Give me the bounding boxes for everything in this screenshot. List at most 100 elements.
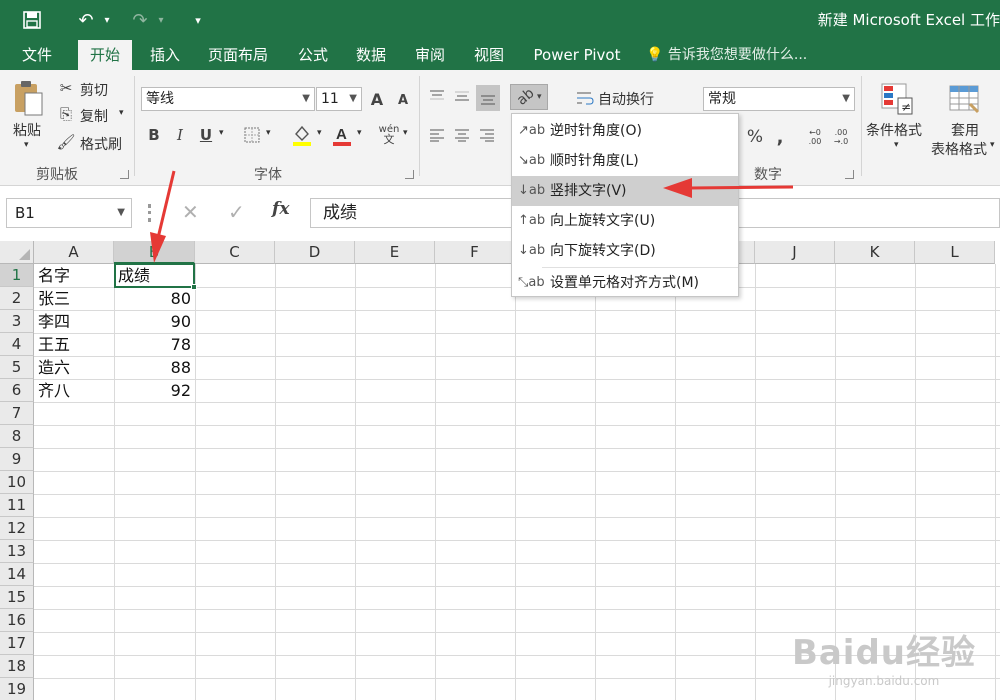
italic-icon[interactable]: I [170, 123, 190, 147]
row-header[interactable]: 17 [0, 632, 34, 655]
copy-dropdown-icon[interactable]: ▾ [119, 108, 124, 118]
cell-a4[interactable]: 王五 [34, 333, 114, 356]
orientation-icon[interactable]: ab ▾ [510, 84, 548, 110]
scissors-icon[interactable]: ✂ [56, 78, 76, 98]
redo-dropdown-icon[interactable]: ▾ [154, 8, 168, 32]
cell-a2[interactable]: 张三 [34, 287, 114, 310]
tab-insert[interactable]: 插入 [138, 40, 192, 70]
align-left-icon[interactable] [426, 124, 448, 146]
row-header[interactable]: 11 [0, 494, 34, 517]
row-header[interactable]: 14 [0, 563, 34, 586]
format-painter-icon[interactable]: 🖌 [56, 132, 76, 152]
worksheet-grid[interactable]: A B C D E F G H I J K L 1 2 3 4 5 6 7 8 … [0, 241, 1000, 700]
row-header[interactable]: 10 [0, 471, 34, 494]
menu-item-format-alignment[interactable]: ⤡ab 设置单元格对齐方式(M) [512, 268, 738, 298]
row-header[interactable]: 6 [0, 379, 34, 402]
tab-home[interactable]: 开始 [78, 40, 132, 70]
tab-file[interactable]: 文件 [10, 40, 64, 70]
column-header[interactable]: F [435, 241, 515, 264]
column-header[interactable]: K [835, 241, 915, 264]
cell-b3[interactable]: 90 [114, 310, 195, 333]
align-middle-icon[interactable] [451, 85, 473, 107]
cell-b4[interactable]: 78 [114, 333, 195, 356]
row-header[interactable]: 13 [0, 540, 34, 563]
format-painter-button[interactable]: 格式刷 [80, 134, 122, 154]
cell-b6[interactable]: 92 [114, 379, 195, 402]
align-right-icon[interactable] [476, 124, 498, 146]
decrease-decimal-icon[interactable]: .00 →.0 [830, 124, 852, 150]
cell-b5[interactable]: 88 [114, 356, 195, 379]
row-header[interactable]: 12 [0, 517, 34, 540]
customize-icon[interactable]: ▾ [190, 8, 206, 32]
paste-icon[interactable] [10, 78, 46, 118]
redo-icon[interactable]: ↷ [126, 8, 154, 32]
copy-button[interactable]: 复制 [80, 106, 108, 126]
cell-b2[interactable]: 80 [114, 287, 195, 310]
conditional-format-button[interactable]: 条件格式 [866, 120, 922, 140]
increase-decimal-icon[interactable]: ←0.00 [804, 124, 826, 150]
align-center-icon[interactable] [451, 124, 473, 146]
paste-dropdown-icon[interactable]: ▾ [24, 140, 29, 150]
row-header[interactable]: 9 [0, 448, 34, 471]
column-header[interactable]: A [34, 241, 114, 264]
menu-item-vertical-text[interactable]: ↓ab 竖排文字(V) [512, 176, 738, 206]
column-header[interactable]: L [915, 241, 995, 264]
undo-icon[interactable]: ↶ [72, 8, 100, 32]
format-as-table-dropdown-icon[interactable]: ▾ [990, 140, 995, 150]
row-header[interactable]: 5 [0, 356, 34, 379]
row-header[interactable]: 3 [0, 310, 34, 333]
copy-icon[interactable]: ⎘ [56, 104, 76, 124]
tab-review[interactable]: 审阅 [403, 40, 457, 70]
grow-font-icon[interactable]: A [366, 87, 388, 111]
fill-color-icon[interactable] [290, 122, 314, 148]
column-header[interactable]: B [114, 241, 195, 264]
phonetic-icon[interactable]: wén 文 [378, 122, 400, 148]
align-bottom-icon[interactable] [476, 85, 500, 111]
tell-me-box[interactable]: 💡 告诉我您想要做什么... [646, 40, 826, 70]
formula-bar-grip-icon[interactable] [148, 204, 152, 222]
select-all-corner[interactable] [0, 241, 34, 264]
tab-data[interactable]: 数据 [344, 40, 398, 70]
row-header[interactable]: 1 [0, 264, 34, 287]
menu-item-rotate-ccw[interactable]: ↗ab 逆时针角度(O) [512, 116, 738, 146]
cell-a6[interactable]: 齐八 [34, 379, 114, 402]
save-icon[interactable] [18, 8, 46, 32]
cut-button[interactable]: 剪切 [80, 80, 108, 100]
underline-dropdown-icon[interactable]: ▾ [219, 128, 224, 138]
menu-item-rotate-down[interactable]: ↓ab 向下旋转文字(D) [512, 236, 738, 266]
menu-item-rotate-cw[interactable]: ↘ab 顺时针角度(L) [512, 146, 738, 176]
border-icon[interactable] [241, 123, 263, 147]
number-launcher-icon[interactable] [845, 170, 854, 179]
wrap-text-button[interactable]: 自动换行 [598, 89, 654, 109]
paste-button-label[interactable]: 粘贴 [13, 120, 41, 140]
tab-page-layout[interactable]: 页面布局 [200, 40, 276, 70]
enter-icon[interactable]: ✓ [228, 200, 245, 224]
row-header[interactable]: 16 [0, 609, 34, 632]
fill-color-dropdown-icon[interactable]: ▾ [317, 128, 322, 138]
font-color-dropdown-icon[interactable]: ▾ [357, 128, 362, 138]
row-header[interactable]: 4 [0, 333, 34, 356]
conditional-format-icon[interactable]: ≠ [878, 80, 916, 118]
format-as-table-icon[interactable] [946, 80, 984, 118]
tab-power-pivot[interactable]: Power Pivot [526, 40, 628, 70]
menu-item-rotate-up[interactable]: ↑ab 向上旋转文字(U) [512, 206, 738, 236]
font-launcher-icon[interactable] [405, 170, 414, 179]
row-header[interactable]: 7 [0, 402, 34, 425]
align-top-icon[interactable] [426, 85, 448, 107]
font-color-icon[interactable]: A [330, 122, 354, 148]
insert-function-icon[interactable]: fx [272, 199, 289, 219]
conditional-dropdown-icon[interactable]: ▾ [894, 140, 899, 150]
wrap-text-icon[interactable] [574, 87, 596, 109]
phonetic-dropdown-icon[interactable]: ▾ [403, 128, 408, 138]
fill-handle[interactable] [191, 284, 197, 290]
percent-icon[interactable]: % [744, 124, 766, 150]
cell-a5[interactable]: 造六 [34, 356, 114, 379]
undo-dropdown-icon[interactable]: ▾ [100, 8, 114, 32]
column-header[interactable]: D [275, 241, 355, 264]
row-header[interactable]: 15 [0, 586, 34, 609]
comma-style-icon[interactable]: , [772, 124, 788, 150]
number-format-combo[interactable]: 常规 ▼ [703, 87, 855, 111]
underline-icon[interactable]: U [196, 123, 216, 147]
format-as-table-label-2[interactable]: 表格格式 [931, 139, 987, 159]
row-header[interactable]: 8 [0, 425, 34, 448]
